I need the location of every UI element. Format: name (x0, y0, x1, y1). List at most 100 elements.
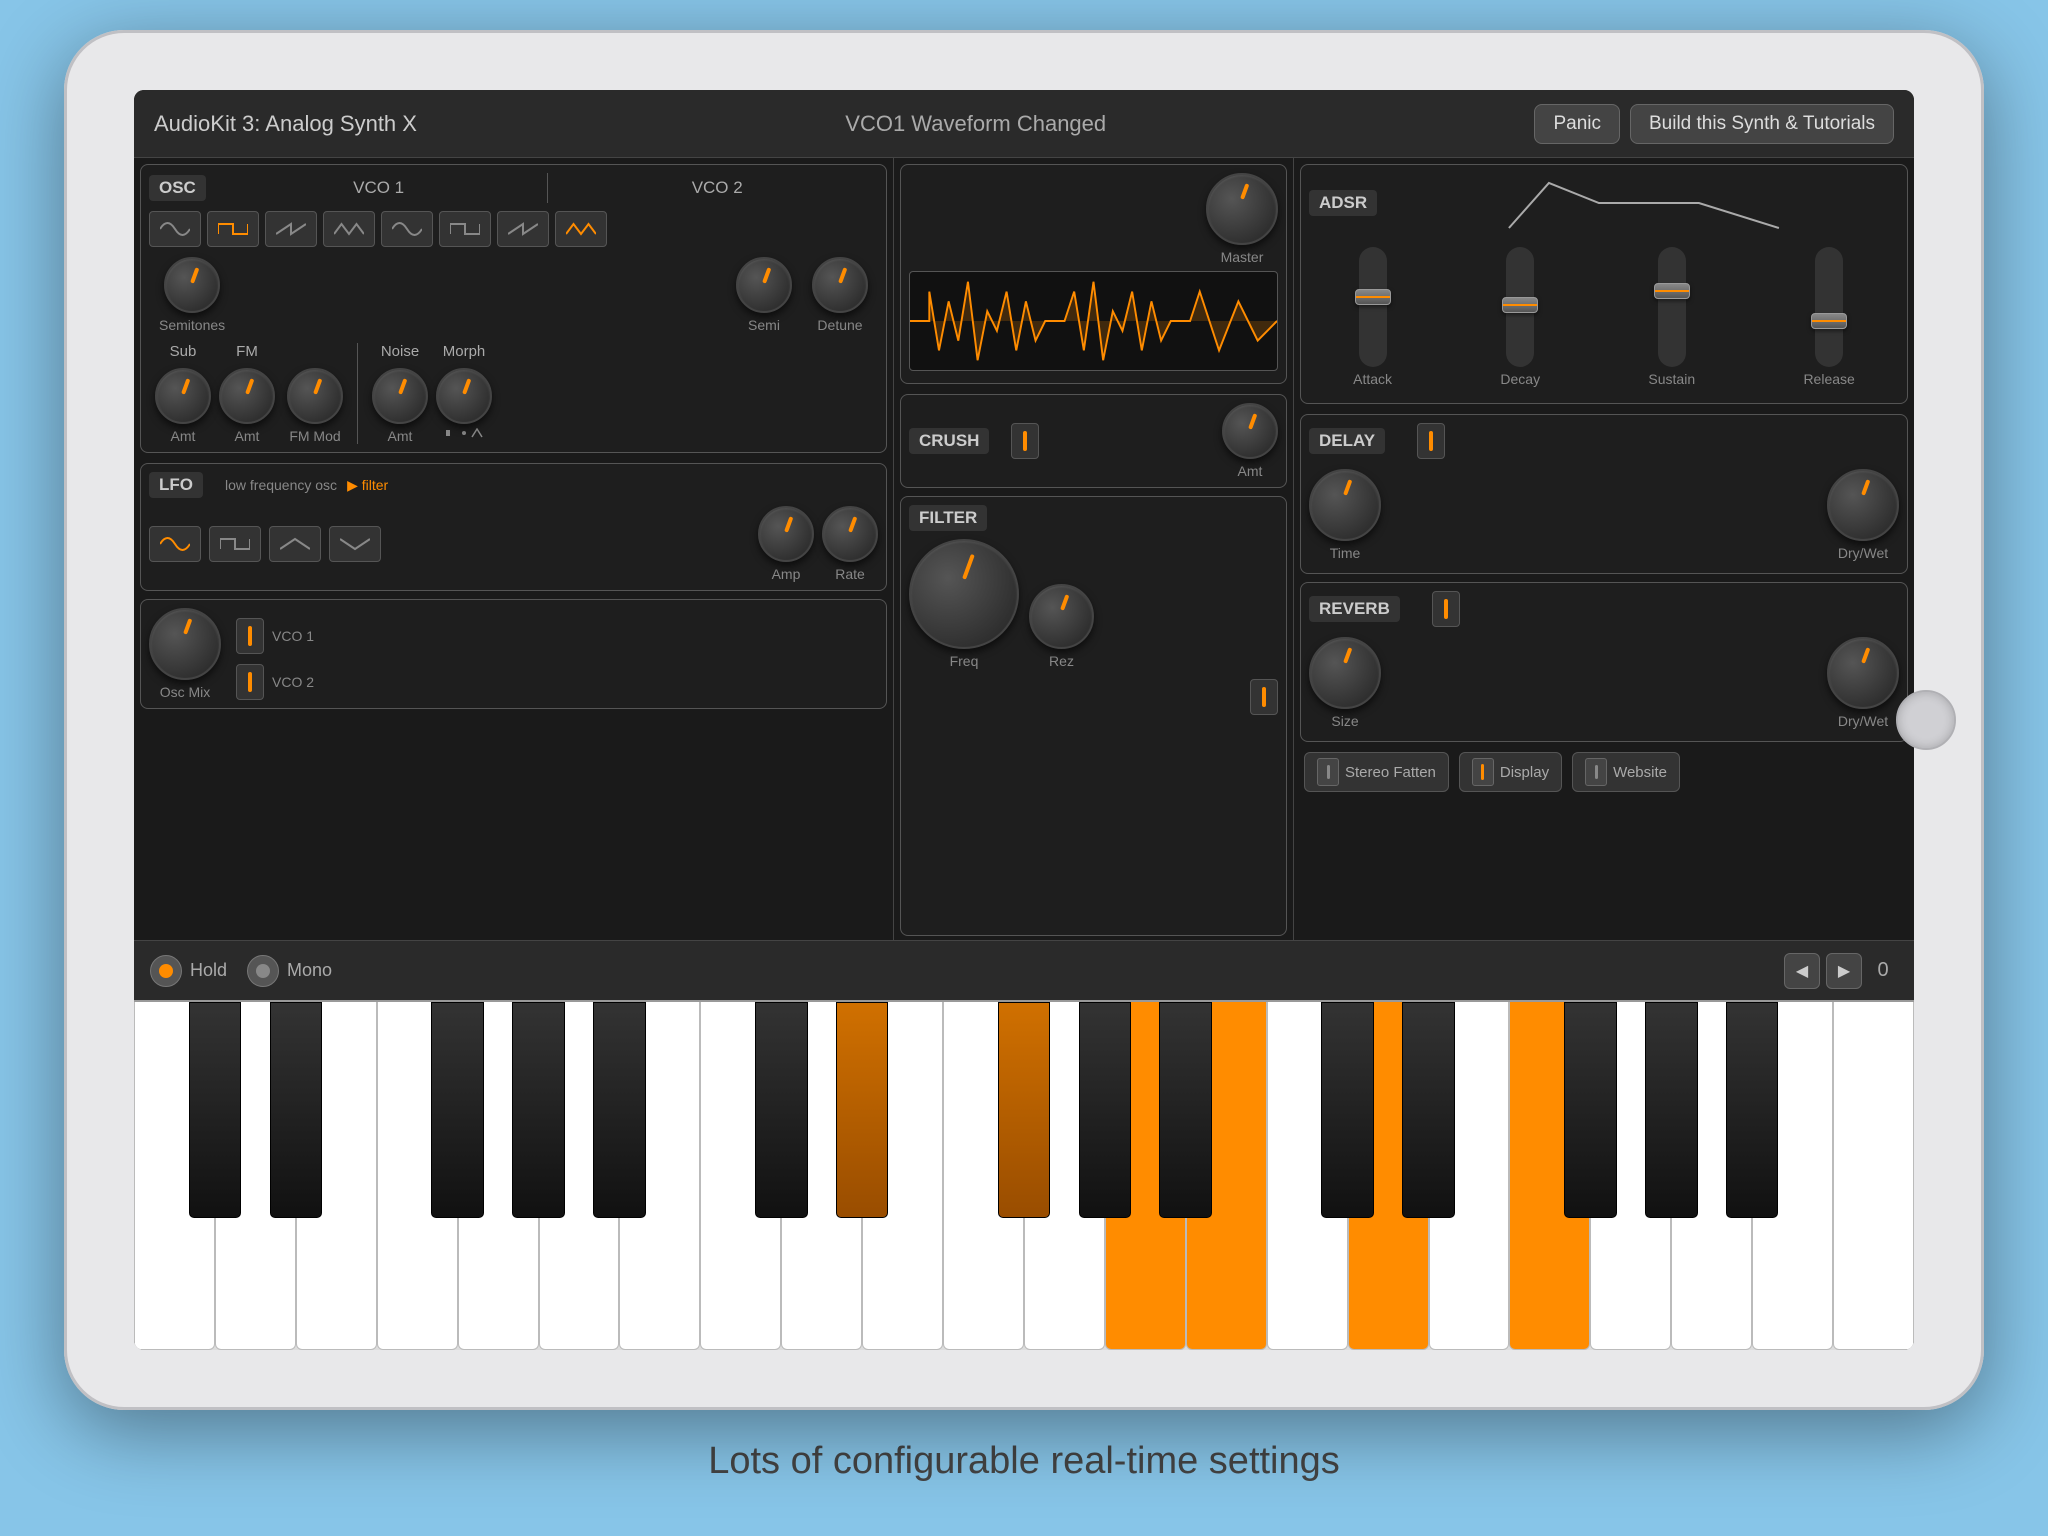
display-toggle[interactable] (1472, 758, 1494, 786)
stereo-toggle[interactable] (1317, 758, 1339, 786)
sustain-label: Sustain (1648, 371, 1695, 387)
reverb-fx-row: Size Dry/Wet (1309, 633, 1899, 733)
reverb-size-group: Size (1309, 637, 1381, 729)
home-button[interactable] (1896, 690, 1956, 750)
filter-section: FILTER Freq Rez (900, 496, 1287, 936)
fm-mod-knob[interactable] (287, 368, 343, 424)
black-key-dsharp-2[interactable] (1402, 1002, 1455, 1218)
noise-label: Noise (381, 343, 419, 360)
black-key-dsharp-0[interactable] (270, 1002, 323, 1218)
website-toggle[interactable] (1585, 758, 1607, 786)
build-button[interactable]: Build this Synth & Tutorials (1630, 104, 1894, 144)
reverb-drywet-label: Dry/Wet (1838, 713, 1888, 729)
delay-toggle[interactable] (1417, 423, 1445, 459)
delay-label: DELAY (1309, 428, 1385, 454)
vco2-toggle[interactable] (236, 664, 264, 700)
lfo-rate-knob[interactable] (822, 506, 878, 562)
filter-freq-knob[interactable] (909, 539, 1019, 649)
fm-mod-label: FM Mod (289, 428, 340, 444)
delay-time-knob[interactable] (1309, 469, 1381, 541)
octave-controls: ◀ ▶ 0 (1784, 953, 1898, 989)
lfo-wave-rev[interactable] (329, 526, 381, 562)
osc-mix-label: Osc Mix (160, 684, 211, 700)
crush-amt-label: Amt (1238, 463, 1263, 479)
website-button[interactable]: Website (1572, 752, 1680, 792)
filter-rez-label: Rez (1049, 653, 1074, 669)
release-slider[interactable] (1815, 247, 1843, 367)
wave-tri-vco1[interactable] (323, 211, 375, 247)
wave-sine-vco2[interactable] (381, 211, 433, 247)
lfo-rate-label: Rate (835, 566, 865, 582)
wave-saw-vco1[interactable] (265, 211, 317, 247)
noise-amt-knob[interactable] (372, 368, 428, 424)
lfo-amp-group: Amp (758, 506, 814, 582)
osc-label: OSC (149, 175, 206, 201)
piano-keyboard (134, 1000, 1914, 1350)
lfo-wave-tri[interactable] (269, 526, 321, 562)
vco2-semi-knob[interactable] (736, 257, 792, 313)
lfo-wave-square[interactable] (209, 526, 261, 562)
release-thumb[interactable] (1811, 313, 1847, 329)
black-key-dsharp-1[interactable] (836, 1002, 889, 1218)
white-key-21[interactable] (1833, 1002, 1914, 1350)
lfo-filter-text: low frequency osc (225, 477, 337, 493)
filter-knobs: Freq Rez (909, 539, 1278, 669)
black-key-fsharp-0[interactable] (431, 1002, 484, 1218)
attack-slider[interactable] (1359, 247, 1387, 367)
black-key-gsharp-2[interactable] (1645, 1002, 1698, 1218)
hold-toggle[interactable] (150, 955, 182, 987)
attack-thumb[interactable] (1355, 289, 1391, 305)
app-title: AudioKit 3: Analog Synth X (154, 111, 417, 137)
fm-amt-knob[interactable] (219, 368, 275, 424)
mono-toggle[interactable] (247, 955, 279, 987)
reverb-size-knob[interactable] (1309, 637, 1381, 709)
black-key-asharp-0[interactable] (593, 1002, 646, 1218)
filter-toggle[interactable] (1250, 679, 1278, 715)
stereo-fatten-button[interactable]: Stereo Fatten (1304, 752, 1449, 792)
lfo-amp-knob[interactable] (758, 506, 814, 562)
crush-amt-knob[interactable] (1222, 403, 1278, 459)
filter-rez-knob[interactable] (1029, 584, 1094, 649)
lfo-filter-arrow[interactable]: ▶ filter (347, 477, 388, 494)
black-key-fsharp-1[interactable] (998, 1002, 1051, 1218)
sub-amt-knob[interactable] (155, 368, 211, 424)
black-key-csharp-1[interactable] (755, 1002, 808, 1218)
wave-square-vco2[interactable] (439, 211, 491, 247)
lfo-header: LFO low frequency osc ▶ filter (149, 472, 878, 498)
reverb-drywet-knob[interactable] (1827, 637, 1899, 709)
delay-drywet-knob[interactable] (1827, 469, 1899, 541)
black-key-csharp-2[interactable] (1321, 1002, 1374, 1218)
vco1-toggle[interactable] (236, 618, 264, 654)
synth-app: AudioKit 3: Analog Synth X VCO1 Waveform… (134, 90, 1914, 1350)
crush-toggle[interactable] (1011, 423, 1039, 459)
black-key-csharp-0[interactable] (189, 1002, 242, 1218)
wave-saw-vco2[interactable] (497, 211, 549, 247)
sustain-thumb[interactable] (1654, 283, 1690, 299)
morph-knob[interactable] (436, 368, 492, 424)
vco2-semi-group: Semi (736, 257, 792, 333)
black-key-asharp-1[interactable] (1159, 1002, 1212, 1218)
wave-sine-vco1[interactable] (149, 211, 201, 247)
attack-label: Attack (1353, 371, 1392, 387)
vco1-semitones-knob[interactable] (164, 257, 220, 313)
display-button[interactable]: Display (1459, 752, 1562, 792)
osc-mix-knob[interactable] (149, 608, 221, 680)
octave-up-button[interactable]: ▶ (1826, 953, 1862, 989)
master-knob[interactable] (1206, 173, 1278, 245)
octave-down-button[interactable]: ◀ (1784, 953, 1820, 989)
vco2-detune-knob[interactable] (812, 257, 868, 313)
wave-square-vco1[interactable] (207, 211, 259, 247)
black-key-gsharp-0[interactable] (512, 1002, 565, 1218)
panic-button[interactable]: Panic (1534, 104, 1620, 144)
black-key-gsharp-1[interactable] (1079, 1002, 1132, 1218)
adsr-envelope (1399, 173, 1899, 233)
reverb-toggle[interactable] (1432, 591, 1460, 627)
lfo-wave-sine[interactable] (149, 526, 201, 562)
decay-thumb[interactable] (1502, 297, 1538, 313)
sustain-slider[interactable] (1658, 247, 1686, 367)
black-key-asharp-2[interactable] (1726, 1002, 1779, 1218)
filter-freq-group: Freq (909, 539, 1019, 669)
decay-slider[interactable] (1506, 247, 1534, 367)
wave-tri-vco2[interactable] (555, 211, 607, 247)
black-key-fsharp-2[interactable] (1564, 1002, 1617, 1218)
